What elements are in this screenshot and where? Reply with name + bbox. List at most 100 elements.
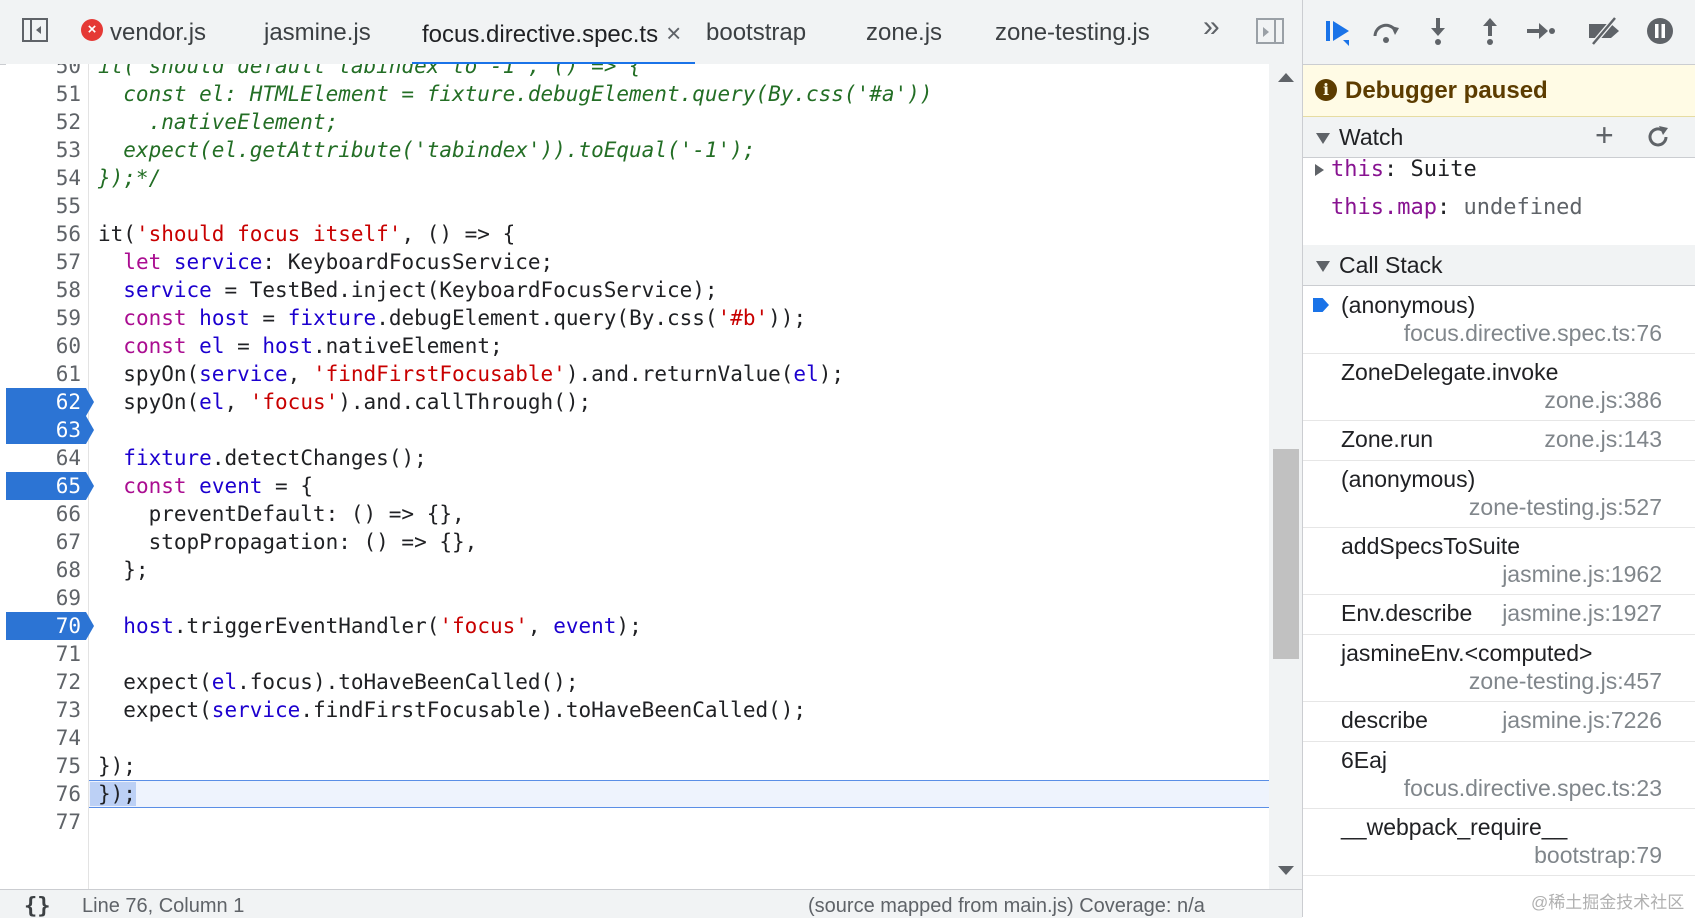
code-line[interactable]: stopPropagation: () => {}, — [98, 528, 478, 556]
step-into-icon[interactable] — [1423, 16, 1453, 46]
scrollbar-thumb[interactable] — [1273, 449, 1299, 659]
expand-arrow-icon[interactable] — [1315, 164, 1324, 176]
code-line[interactable]: host.triggerEventHandler('focus', event)… — [98, 612, 641, 640]
code-line[interactable]: spyOn(service, 'findFirstFocusable').and… — [98, 360, 844, 388]
code-line[interactable]: it('should default tabindex to -1', () =… — [98, 64, 642, 80]
scroll-down-icon[interactable] — [1278, 866, 1294, 875]
line-number[interactable]: 71 — [6, 640, 88, 668]
line-number[interactable]: 53 — [6, 136, 88, 164]
call-frame[interactable]: Zone.run zone.js:143 — [1303, 420, 1695, 461]
line-number[interactable]: 74 — [6, 724, 88, 752]
line-number[interactable]: 57 — [6, 248, 88, 276]
pause-on-exceptions-icon[interactable] — [1645, 16, 1675, 46]
more-tabs-button[interactable]: » — [1203, 10, 1220, 44]
frame-location[interactable]: bootstrap:79 — [1534, 842, 1662, 869]
code-line[interactable]: expect(el.getAttribute('tabindex')).toEq… — [98, 136, 755, 164]
call-frame[interactable]: 6Eaj focus.directive.spec.ts:23 — [1303, 741, 1695, 809]
toggle-navigator-icon[interactable] — [22, 18, 48, 42]
code-line[interactable]: const el = host.nativeElement; — [98, 332, 502, 360]
tab-vendor-js[interactable]: × vendor.js — [81, 0, 206, 64]
frame-location[interactable]: jasmine.js:7226 — [1502, 707, 1662, 734]
code-line[interactable]: expect(service.findFirstFocusable).toHav… — [98, 696, 806, 724]
line-number[interactable]: 55 — [6, 192, 88, 220]
line-number[interactable]: 72 — [6, 668, 88, 696]
line-number[interactable]: 67 — [6, 528, 88, 556]
deactivate-breakpoints-icon[interactable] — [1585, 16, 1625, 46]
code-line[interactable]: const el: HTMLElement = fixture.debugEle… — [98, 80, 932, 108]
watch-expression[interactable]: this: Suite — [1315, 157, 1477, 182]
code-line[interactable]: let service: KeyboardFocusService; — [98, 248, 553, 276]
code-line[interactable]: const host = fixture.debugElement.query(… — [98, 304, 806, 332]
step-out-icon[interactable] — [1475, 16, 1505, 46]
line-number-gutter[interactable]: 50 51 52 53 54 55 56 57 58 59 60 61 62 63 64 65 66 67 68 69… — [6, 64, 94, 889]
line-number[interactable]: 56 — [6, 220, 88, 248]
frame-location[interactable]: zone-testing.js:527 — [1469, 494, 1662, 521]
editor-scrollbar[interactable] — [1269, 64, 1302, 889]
scroll-up-icon[interactable] — [1278, 73, 1294, 82]
frame-location[interactable]: focus.directive.spec.ts:23 — [1404, 775, 1662, 802]
code-line[interactable]: });*/ — [98, 164, 161, 192]
frame-location[interactable]: focus.directive.spec.ts:76 — [1404, 320, 1662, 347]
code-line[interactable]: expect(el.focus).toHaveBeenCalled(); — [98, 668, 578, 696]
line-number[interactable]: 50 — [6, 64, 88, 80]
frame-location[interactable]: zone-testing.js:457 — [1469, 668, 1662, 695]
code-line[interactable]: }); — [98, 780, 136, 808]
tab-zone-js[interactable]: zone.js — [866, 0, 942, 64]
code-editor[interactable]: 50 51 52 53 54 55 56 57 58 59 60 61 62 63 64 65 66 67 68 69… — [6, 64, 1269, 889]
line-number[interactable]: 64 — [6, 444, 88, 472]
line-number[interactable]: 73 — [6, 696, 88, 724]
line-number[interactable]: 75 — [6, 752, 88, 780]
breakpoint-line-number[interactable]: 65 — [6, 472, 94, 500]
watch-expression[interactable]: this.map: undefined — [1331, 195, 1583, 220]
close-tab-icon[interactable]: × — [666, 18, 681, 48]
line-number[interactable]: 51 — [6, 80, 88, 108]
code-line[interactable]: it('should focus itself', () => { — [98, 220, 515, 248]
line-number[interactable]: 52 — [6, 108, 88, 136]
line-number[interactable]: 77 — [6, 808, 88, 836]
line-number[interactable]: 54 — [6, 164, 88, 192]
call-frame[interactable]: (anonymous) zone-testing.js:527 — [1303, 460, 1695, 528]
frame-location[interactable]: zone.js:143 — [1544, 426, 1662, 453]
code-line[interactable]: fixture.detectChanges(); — [98, 444, 426, 472]
add-watch-button[interactable]: + — [1595, 115, 1614, 155]
toggle-debugger-icon[interactable] — [1256, 18, 1284, 44]
tab-zone-testing-js[interactable]: zone-testing.js — [995, 0, 1150, 64]
refresh-icon[interactable] — [1646, 125, 1670, 149]
code-line[interactable]: spyOn(el, 'focus').and.callThrough(); — [98, 388, 591, 416]
line-number[interactable]: 59 — [6, 304, 88, 332]
call-frame[interactable]: (anonymous) focus.directive.spec.ts:76 — [1303, 286, 1695, 354]
line-number[interactable]: 68 — [6, 556, 88, 584]
frame-location[interactable]: jasmine.js:1927 — [1502, 600, 1662, 627]
code-line[interactable]: .nativeElement; — [98, 108, 339, 136]
code-line[interactable]: preventDefault: () => {}, — [98, 500, 465, 528]
line-number[interactable]: 60 — [6, 332, 88, 360]
step-over-icon[interactable] — [1371, 16, 1401, 46]
callstack-section-header[interactable]: Call Stack — [1303, 245, 1695, 286]
line-number[interactable]: 58 — [6, 276, 88, 304]
tab-jasmine-js[interactable]: jasmine.js — [264, 0, 371, 64]
line-number[interactable]: 66 — [6, 500, 88, 528]
breakpoint-line-number[interactable]: 62 — [6, 388, 94, 416]
line-number[interactable]: 76 — [6, 780, 88, 808]
resume-icon[interactable] — [1323, 16, 1353, 46]
line-number[interactable]: 61 — [6, 360, 88, 388]
code-line[interactable]: const event = { — [98, 472, 313, 500]
breakpoint-line-number[interactable]: 63 — [6, 416, 94, 444]
watch-section-header[interactable]: Watch + — [1303, 117, 1695, 158]
call-frame[interactable]: ZoneDelegate.invoke zone.js:386 — [1303, 353, 1695, 421]
code-line[interactable]: }; — [98, 556, 148, 584]
call-frame[interactable]: describe jasmine.js:7226 — [1303, 701, 1695, 742]
tab-bootstrap[interactable]: bootstrap — [706, 0, 806, 64]
code-line[interactable]: }); — [98, 752, 136, 780]
call-frame[interactable]: addSpecsToSuite jasmine.js:1962 — [1303, 527, 1695, 595]
frame-location[interactable]: jasmine.js:1962 — [1502, 561, 1662, 588]
breakpoint-line-number[interactable]: 70 — [6, 612, 94, 640]
frame-location[interactable]: zone.js:386 — [1544, 387, 1662, 414]
pretty-print-icon[interactable]: {} — [24, 894, 51, 918]
code-line[interactable]: service = TestBed.inject(KeyboardFocusSe… — [98, 276, 717, 304]
call-frame[interactable]: jasmineEnv.<computed> zone-testing.js:457 — [1303, 634, 1695, 702]
step-icon[interactable] — [1525, 16, 1555, 46]
tab-focus-directive-spec-ts[interactable]: focus.directive.spec.ts × — [411, 0, 696, 65]
call-frame[interactable]: __webpack_require__ bootstrap:79 — [1303, 808, 1695, 876]
call-frame[interactable]: Env.describe jasmine.js:1927 — [1303, 594, 1695, 635]
